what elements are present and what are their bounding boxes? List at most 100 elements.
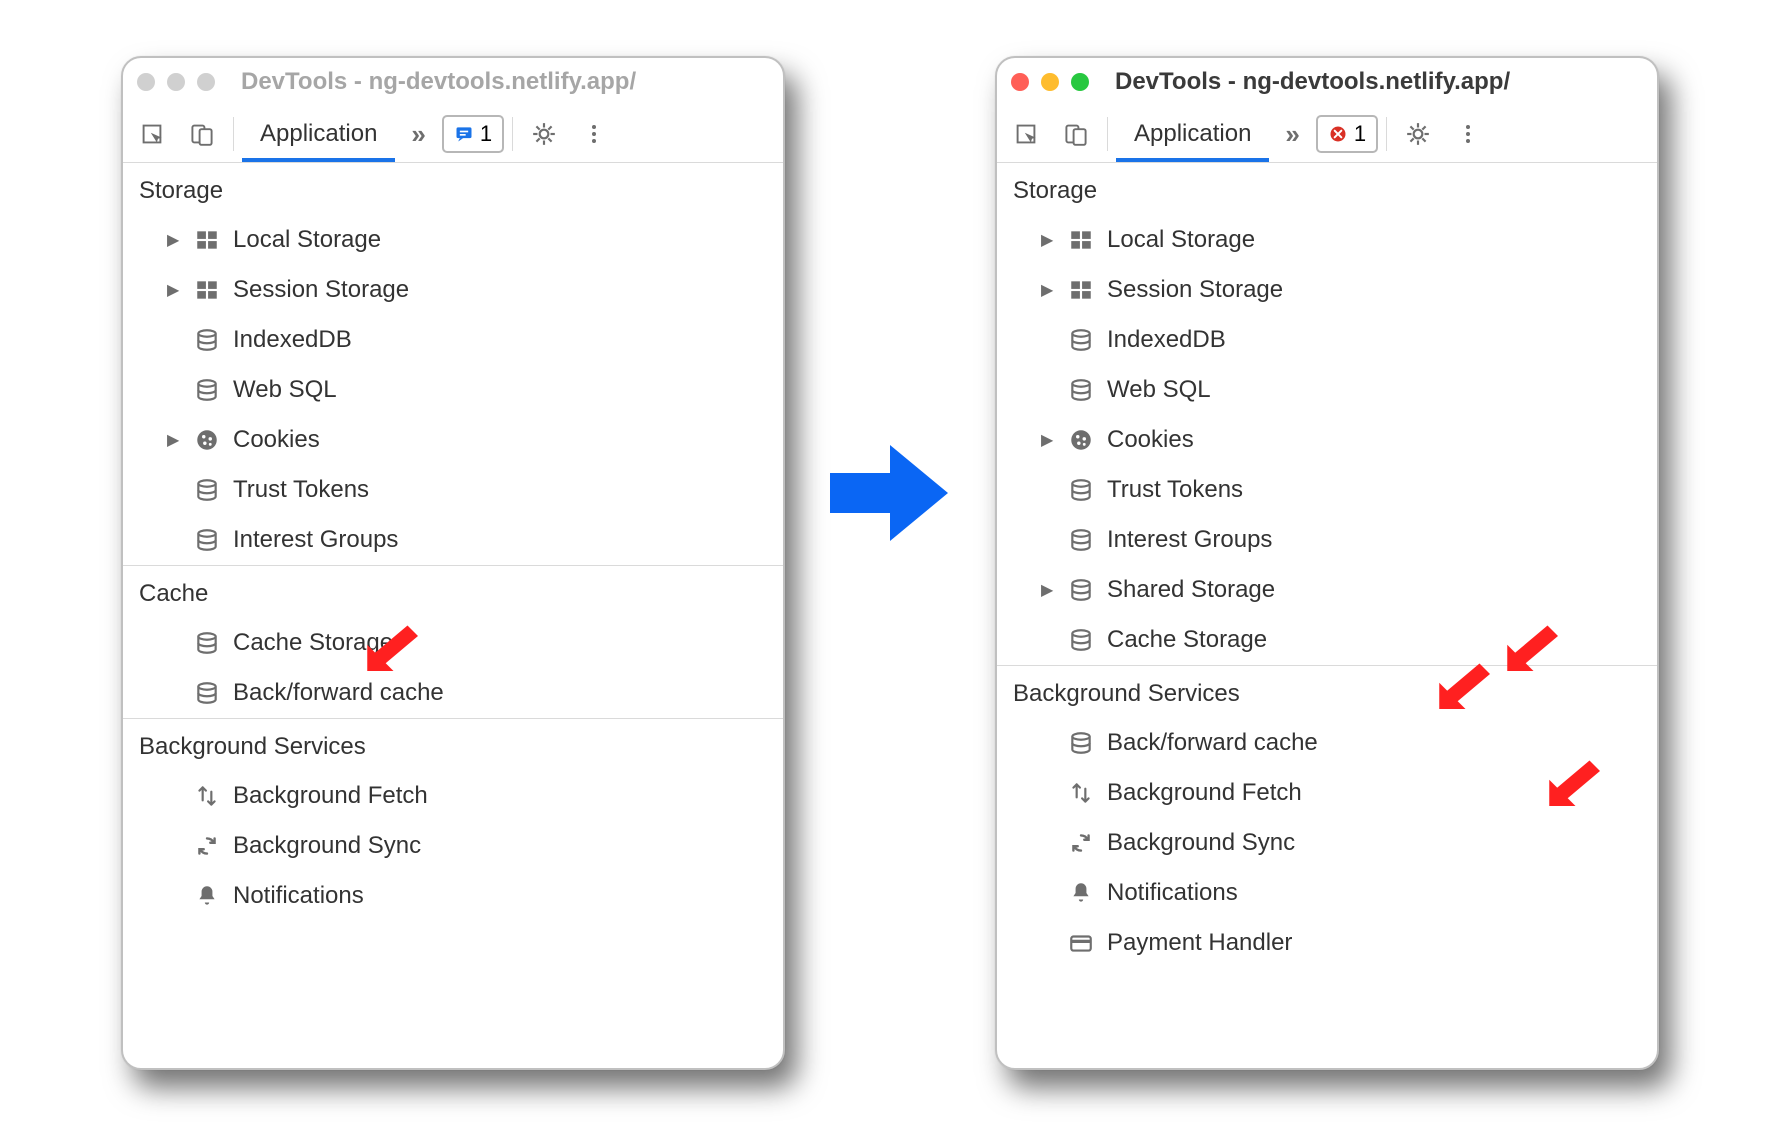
close-icon[interactable] <box>137 73 155 91</box>
tree-item[interactable]: Cache Storage <box>997 615 1657 665</box>
tree-item-label: Payment Handler <box>1107 929 1292 957</box>
tree-item[interactable]: Back/forward cache <box>123 668 783 718</box>
tree-item-label: Cookies <box>233 426 320 454</box>
expand-triangle-icon[interactable]: ▶ <box>167 230 181 250</box>
section-header[interactable]: Cache <box>123 565 783 618</box>
tree-item[interactable]: Web SQL <box>123 365 783 415</box>
tree-item-label: IndexedDB <box>1107 326 1226 354</box>
tree-item[interactable]: Trust Tokens <box>997 465 1657 515</box>
expand-triangle-icon[interactable]: ▶ <box>1041 430 1055 450</box>
tree-item[interactable]: Cache Storage <box>123 618 783 668</box>
zoom-icon[interactable] <box>197 73 215 91</box>
transition-arrow-icon <box>825 433 955 553</box>
console-messages-badge[interactable]: 1 <box>442 115 504 153</box>
section-header[interactable]: Background Services <box>997 665 1657 718</box>
divider <box>1386 117 1387 151</box>
tree-item[interactable]: ▶Shared Storage <box>997 565 1657 615</box>
tree-item[interactable]: Trust Tokens <box>123 465 783 515</box>
tree-item-label: Background Sync <box>1107 829 1295 857</box>
tree-item[interactable]: Interest Groups <box>123 515 783 565</box>
section-header-label: Storage <box>139 177 223 204</box>
close-icon[interactable] <box>1011 73 1029 91</box>
tree-item-label: Background Fetch <box>1107 779 1302 807</box>
updown-icon <box>193 782 221 810</box>
inspect-element-icon[interactable] <box>1003 111 1049 157</box>
section-header-label: Storage <box>1013 177 1097 204</box>
devtools-window-after: DevTools - ng-devtools.netlify.app/ Appl… <box>995 56 1659 1070</box>
settings-gear-icon[interactable] <box>521 111 567 157</box>
tree-item[interactable]: ▶Session Storage <box>123 265 783 315</box>
tree-item[interactable]: IndexedDB <box>123 315 783 365</box>
expand-triangle-icon[interactable]: ▶ <box>1041 230 1055 250</box>
tree-item[interactable]: IndexedDB <box>997 315 1657 365</box>
tree-item[interactable]: ▶ Session Storage <box>997 265 1657 315</box>
tree-item[interactable]: Back/forward cache <box>997 718 1657 768</box>
tree-item-label: Notifications <box>1107 879 1238 907</box>
tree-item-label: Local Storage <box>1107 226 1255 254</box>
tree-item[interactable]: ▶ Cookies <box>123 415 783 465</box>
minimize-icon[interactable] <box>167 73 185 91</box>
expand-triangle-icon[interactable]: ▶ <box>167 280 181 300</box>
cookie-icon <box>193 426 221 454</box>
toolbar: Application » 1 <box>123 106 783 163</box>
error-icon <box>1328 124 1348 144</box>
minimize-icon[interactable] <box>1041 73 1059 91</box>
section-header-label: Cache <box>139 580 208 607</box>
expand-triangle-icon[interactable]: ▶ <box>1041 280 1055 300</box>
tree-item[interactable]: Notifications <box>123 871 783 921</box>
device-toggle-icon[interactable] <box>179 111 225 157</box>
window-title: DevTools - ng-devtools.netlify.app/ <box>1115 68 1510 96</box>
bell-icon <box>193 882 221 910</box>
tree-item[interactable]: ▶Cookies <box>997 415 1657 465</box>
db-icon <box>1067 576 1095 604</box>
section-header[interactable]: Background Services <box>123 718 783 771</box>
section-header[interactable]: Storage <box>997 163 1657 215</box>
tree-item[interactable]: Background Fetch <box>997 768 1657 818</box>
tree-item[interactable]: ▶ Local Storage <box>997 215 1657 265</box>
tree-item[interactable]: Payment Handler <box>997 918 1657 968</box>
cookie-icon <box>1067 426 1095 454</box>
tree-item-label: Trust Tokens <box>1107 476 1243 504</box>
more-options-icon[interactable] <box>1445 111 1491 157</box>
device-toggle-icon[interactable] <box>1053 111 1099 157</box>
application-tree[interactable]: Storage ▶ Local Storage ▶ Session Storage Ind… <box>997 163 1657 1068</box>
expand-triangle-icon[interactable]: ▶ <box>1041 580 1055 600</box>
more-options-icon[interactable] <box>571 111 617 157</box>
db-icon <box>193 376 221 404</box>
tree-item[interactable]: Background Fetch <box>123 771 783 821</box>
expand-triangle-icon[interactable]: ▶ <box>167 430 181 450</box>
tree-item[interactable]: ▶ Local Storage <box>123 215 783 265</box>
panel-body: Storage ▶ Local Storage ▶Session StorageInd… <box>123 163 783 1068</box>
tree-item[interactable]: Web SQL <box>997 365 1657 415</box>
console-errors-badge[interactable]: 1 <box>1316 115 1378 153</box>
more-tabs-icon[interactable]: » <box>399 119 437 150</box>
tree-item[interactable]: Notifications <box>997 868 1657 918</box>
application-tree[interactable]: Storage ▶ Local Storage ▶Session StorageInd… <box>123 163 783 1068</box>
tab-application[interactable]: Application <box>1116 106 1269 162</box>
tree-item-label: Local Storage <box>233 226 381 254</box>
settings-gear-icon[interactable] <box>1395 111 1441 157</box>
tree-item[interactable]: Background Sync <box>997 818 1657 868</box>
sync-icon <box>193 832 221 860</box>
more-tabs-icon[interactable]: » <box>1273 119 1311 150</box>
db-icon <box>193 629 221 657</box>
zoom-icon[interactable] <box>1071 73 1089 91</box>
tab-application[interactable]: Application <box>242 106 395 162</box>
window-title: DevTools - ng-devtools.netlify.app/ <box>241 68 636 96</box>
tree-item[interactable]: Interest Groups <box>997 515 1657 565</box>
tree-item-label: Background Sync <box>233 832 421 860</box>
toolbar: Application » 1 <box>997 106 1657 163</box>
inspect-element-icon[interactable] <box>129 111 175 157</box>
section-header[interactable]: Storage <box>123 163 783 215</box>
tree-item-label: Web SQL <box>233 376 337 404</box>
tree-item-label: Back/forward cache <box>1107 729 1318 757</box>
comparison-stage: DevTools - ng-devtools.netlify.app/ Appl… <box>0 0 1780 1126</box>
panel-body: Storage ▶ Local Storage ▶ Session Storage Ind… <box>997 163 1657 1068</box>
tree-item-label: Cache Storage <box>1107 626 1267 654</box>
badge-count: 1 <box>480 121 492 147</box>
table-icon <box>193 276 221 304</box>
tree-item-label: Session Storage <box>1107 276 1283 304</box>
divider <box>1107 117 1108 151</box>
tree-item[interactable]: Background Sync <box>123 821 783 871</box>
tree-item-label: Interest Groups <box>233 526 398 554</box>
